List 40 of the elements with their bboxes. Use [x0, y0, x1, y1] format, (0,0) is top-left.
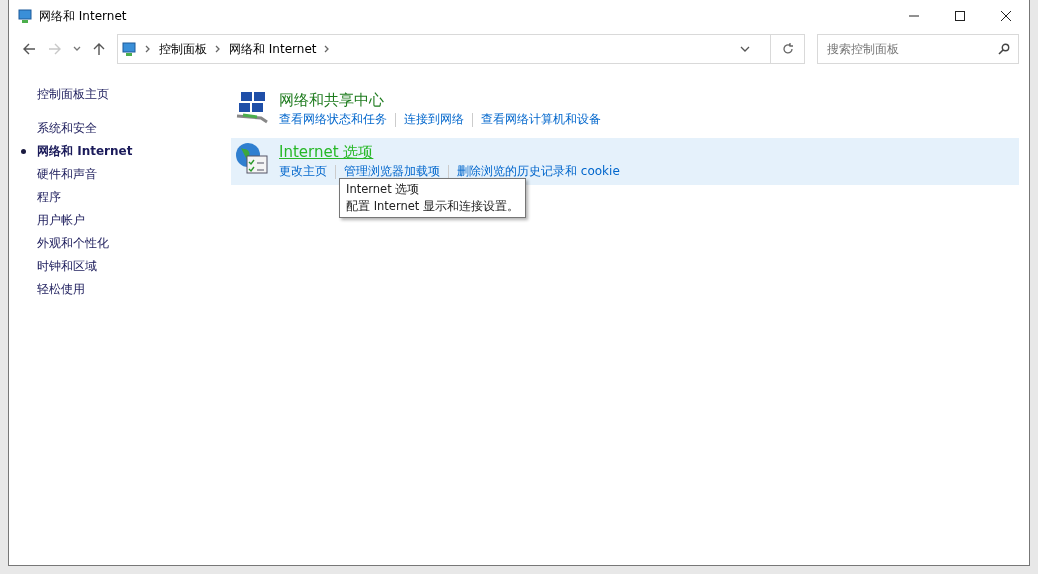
network-icon	[17, 8, 33, 24]
sidebar-item[interactable]: 时钟和区域	[37, 257, 97, 275]
network-icon	[121, 41, 137, 57]
sidebar-home-link[interactable]: 控制面板主页	[21, 86, 231, 103]
sidebar-item[interactable]: 硬件和声音	[37, 165, 97, 183]
task-link[interactable]: 更改主页	[279, 163, 327, 180]
tooltip-text: 配置 Internet 显示和连接设置。	[346, 199, 519, 214]
task-link[interactable]: 连接到网络	[404, 111, 464, 128]
sidebar-item[interactable]: 用户帐户	[37, 211, 85, 229]
breadcrumb-item[interactable]: 控制面板	[159, 40, 207, 58]
network-computers-icon	[235, 90, 269, 124]
search-field[interactable]: 搜索控制面板	[817, 34, 1019, 64]
breadcrumb-item[interactable]: 网络和 Internet	[229, 40, 317, 58]
task-link[interactable]: 删除浏览的历史记录和 cookie	[457, 163, 620, 180]
bullet-icon	[21, 148, 26, 154]
globe-checklist-icon	[235, 142, 269, 176]
up-arrow-icon	[92, 42, 106, 56]
sidebar-item[interactable]: 程序	[37, 188, 61, 206]
close-icon	[1000, 10, 1012, 22]
forward-arrow-icon	[48, 42, 62, 56]
task-link[interactable]: 查看网络状态和任务	[279, 111, 387, 128]
chevron-icon	[324, 45, 331, 53]
window-title: 网络和 Internet	[39, 7, 127, 25]
sidebar-item[interactable]: 轻松使用	[37, 280, 85, 298]
search-icon	[998, 43, 1010, 55]
task-link[interactable]: 管理浏览器加载项	[344, 163, 440, 180]
back-arrow-icon	[22, 42, 36, 56]
refresh-icon	[780, 42, 795, 56]
chevron-icon	[145, 45, 151, 53]
sidebar-item[interactable]: 网络和 Internet	[37, 142, 133, 160]
chevron-icon	[215, 45, 221, 53]
sidebar-item[interactable]: 外观和个性化	[37, 234, 109, 252]
sidebar-item[interactable]: 系统和安全	[37, 119, 97, 137]
maximize-icon	[954, 10, 966, 22]
task-link[interactable]: 查看网络计算机和设备	[481, 111, 601, 128]
address-bar[interactable]: 控制面板 网络和 Internet	[117, 34, 805, 64]
tooltip-title: Internet 选项	[346, 182, 421, 197]
category-title-link[interactable]: 网络和共享中心	[279, 90, 601, 110]
chevron-down-icon	[740, 46, 750, 52]
chevron-down-icon	[73, 46, 81, 52]
